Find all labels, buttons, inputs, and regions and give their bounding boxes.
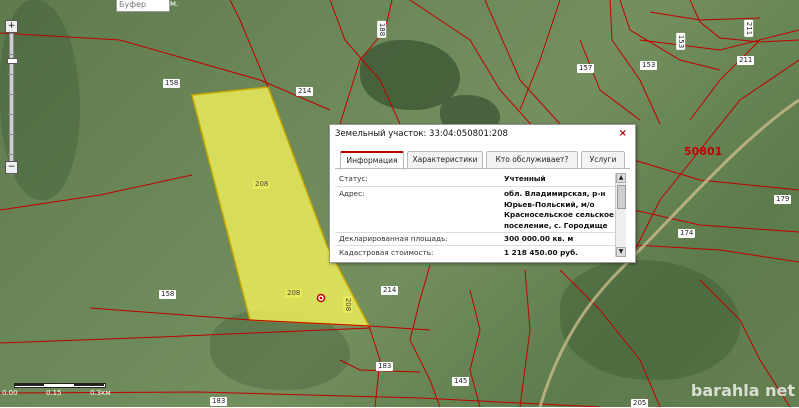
- scale-label: 0.00: [2, 389, 18, 397]
- parcel-label[interactable]: 174: [678, 229, 696, 238]
- popup-content[interactable]: Статус: Учтенный Адрес: обл. Владимирска…: [335, 171, 623, 259]
- scale-label: 0.3км: [90, 389, 111, 397]
- tab-services[interactable]: Услуги: [581, 151, 625, 168]
- row-key: Статус:: [339, 174, 368, 183]
- parcel-label[interactable]: 188: [377, 20, 387, 39]
- popup-tabs: Информация Характеристики Кто обслуживае…: [340, 151, 630, 170]
- parcel-label[interactable]: 214: [381, 286, 399, 295]
- zoom-out-button[interactable]: −: [5, 161, 18, 174]
- parcel-label[interactable]: 211: [737, 56, 755, 65]
- row-value: Учтенный: [504, 174, 546, 183]
- row-value: обл. Владимирская, р-н Юрьев-Польский, м…: [504, 189, 614, 230]
- parcel-label[interactable]: 208: [253, 180, 271, 189]
- parcel-label[interactable]: 158: [159, 290, 177, 299]
- buffer-input[interactable]: [116, 0, 170, 12]
- parcel-label[interactable]: 183: [210, 397, 228, 406]
- row-key: Адрес:: [339, 189, 365, 198]
- row-key: Кадастровая стоимость:: [339, 248, 434, 257]
- scroll-thumb[interactable]: [617, 185, 626, 209]
- parcel-label[interactable]: 153: [676, 32, 686, 51]
- scroll-up-icon[interactable]: ▲: [616, 173, 626, 183]
- parcel-label[interactable]: 214: [296, 87, 314, 96]
- parcel-label[interactable]: 153: [640, 61, 658, 70]
- parcel-label[interactable]: 157: [577, 64, 595, 73]
- parcel-info-popup: Земельный участок: 33:04:050801:208 × Ин…: [329, 124, 636, 263]
- scale-label: 0.15: [46, 389, 62, 397]
- block-label: 50801: [684, 145, 723, 158]
- buffer-unit: м.: [170, 0, 179, 8]
- parcel-label[interactable]: 179: [774, 195, 792, 204]
- parcel-label[interactable]: 183: [376, 362, 394, 371]
- popup-title: Земельный участок: 33:04:050801:208: [335, 129, 508, 139]
- parcel-label[interactable]: 208: [285, 289, 303, 298]
- scroll-down-icon[interactable]: ▼: [616, 247, 626, 257]
- parcel-label[interactable]: 158: [163, 79, 181, 88]
- row-value: 1 218 450.00 руб.: [504, 248, 578, 257]
- zoom-in-button[interactable]: +: [5, 20, 18, 33]
- tab-who-serves[interactable]: Кто обслуживает?: [486, 151, 578, 168]
- row-value: 300 000.00 кв. м: [504, 234, 574, 243]
- row-key: Декларированная площадь:: [339, 234, 448, 243]
- zoom-slider[interactable]: [7, 33, 18, 175]
- zoom-slider-thumb[interactable]: [7, 58, 18, 64]
- watermark: barahla net: [690, 381, 795, 400]
- parcel-label[interactable]: 145: [452, 377, 470, 386]
- parcel-label[interactable]: 208: [343, 295, 353, 314]
- parcel-label[interactable]: 211: [744, 19, 754, 38]
- close-icon[interactable]: ×: [619, 128, 627, 139]
- tab-characteristics[interactable]: Характеристики: [407, 151, 483, 168]
- popup-scrollbar[interactable]: ▲ ▼: [615, 173, 626, 257]
